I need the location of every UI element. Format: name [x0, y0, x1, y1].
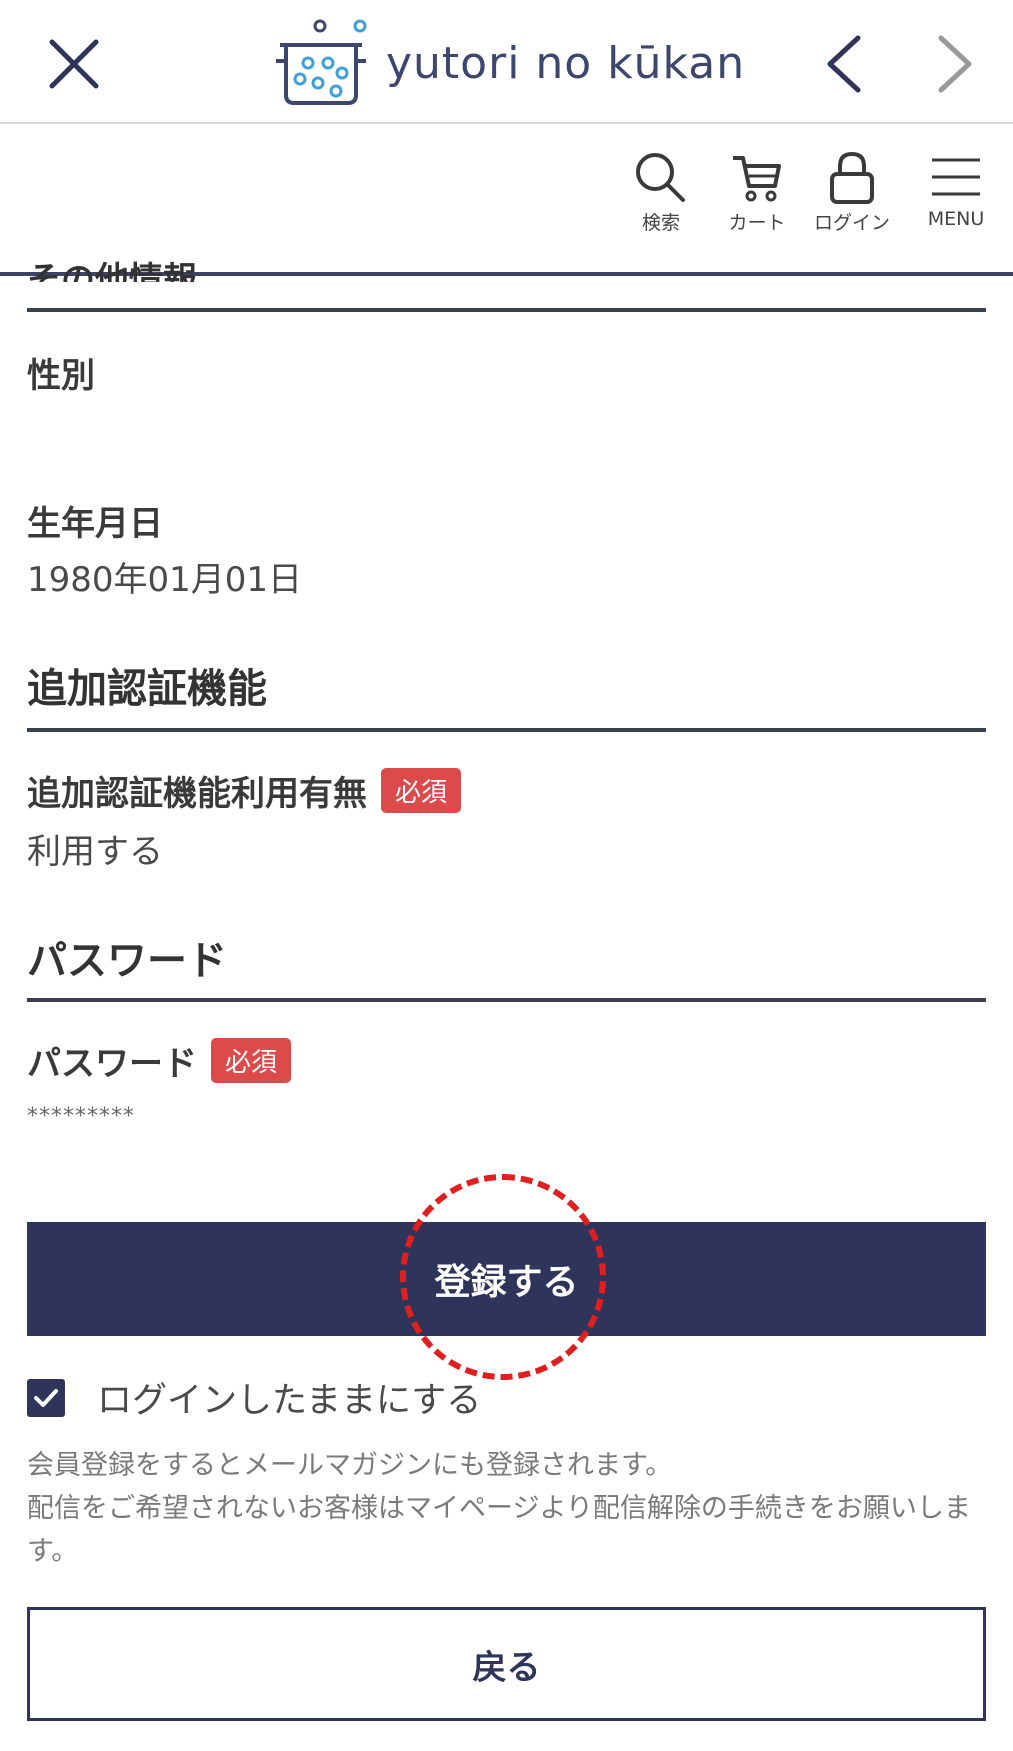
notice-line-1: 会員登録をするとメールマガジンにも登録されます。 [27, 1450, 673, 1481]
header-search-button[interactable]: 検索 [628, 150, 694, 235]
header-menu-button[interactable]: MENU [916, 150, 996, 230]
login-label: ログイン [813, 212, 890, 234]
brand-name: yutori no kūkan [386, 37, 746, 89]
chevron-left-icon[interactable] [814, 28, 874, 100]
required-badge: 必須 [381, 768, 462, 813]
browser-top-bar: yutori no kūkan [0, 0, 1013, 124]
back-button[interactable]: 戻る [27, 1607, 986, 1721]
required-badge: 必須 [211, 1038, 292, 1083]
search-label: 検索 [641, 212, 680, 234]
birthdate-value: 1980年01月01日 [27, 560, 303, 600]
section-divider [27, 728, 986, 732]
password-label: パスワード 必須 [27, 1036, 292, 1085]
password-section-heading: パスワード [27, 938, 227, 984]
hamburger-menu-icon [932, 158, 980, 196]
header-cart-button[interactable]: カート [717, 150, 797, 235]
keep-login-checkbox-row[interactable]: ログインしたままにする [27, 1372, 481, 1423]
search-icon [636, 153, 685, 202]
cart-icon [733, 156, 781, 202]
birthdate-label: 生年月日 [27, 504, 163, 544]
checkmark-icon [34, 1388, 58, 1407]
twofactor-label-text: 追加認証機能利用有無 [27, 774, 367, 814]
register-submit-button[interactable]: 登録する [27, 1222, 986, 1336]
pot-logo-icon [276, 19, 367, 105]
section-divider [27, 998, 986, 1002]
password-value: ********* [27, 1104, 135, 1129]
header-login-button[interactable]: ログイン [806, 150, 898, 235]
partial-section-heading: その他情報 [27, 260, 197, 282]
twofactor-section-heading: 追加認証機能 [27, 666, 267, 712]
newsletter-notice: 会員登録をするとメールマガジンにも登録されます。 配信をご希望されないお客様はマ… [27, 1444, 986, 1573]
twofactor-label: 追加認証機能利用有無 必須 [27, 766, 462, 815]
twofactor-value: 利用する [27, 832, 163, 872]
keep-login-checkbox[interactable] [27, 1378, 65, 1417]
notice-line-2: 配信をご希望されないお客様はマイページより配信解除の手続きをお願いします。 [27, 1493, 971, 1567]
menu-label: MENU [927, 208, 985, 230]
close-icon[interactable] [40, 30, 108, 98]
keep-login-label: ログインしたままにする [97, 1381, 482, 1421]
brand-logo[interactable]: yutori no kūkan [272, 18, 745, 108]
gender-label: 性別 [27, 356, 95, 396]
section-divider [27, 308, 986, 312]
password-label-text: パスワード [27, 1044, 197, 1084]
lock-icon [830, 151, 874, 204]
cart-label: カート [728, 212, 786, 234]
chevron-right-icon[interactable] [925, 28, 985, 100]
